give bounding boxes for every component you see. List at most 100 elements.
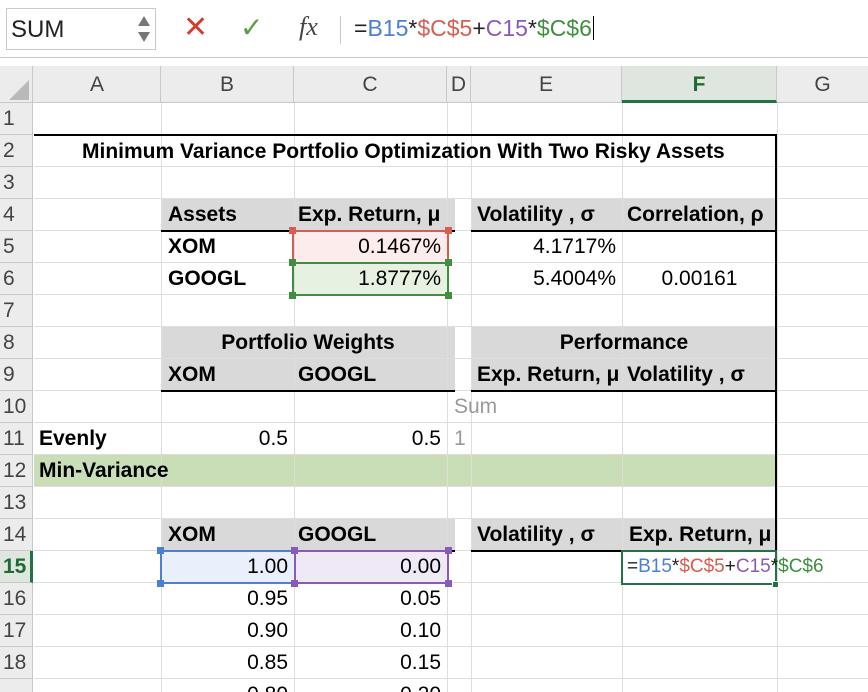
gridline [34,614,868,615]
row-header-6[interactable]: 6 [0,263,33,295]
row-header-1[interactable]: 1 [0,103,33,135]
formula-token: * [408,15,418,41]
formula-token: + [472,15,486,41]
weights-col-googl: GOOGL [298,363,377,386]
performance-header: Performance [559,331,689,354]
select-all-triangle-icon [9,80,29,100]
formula-token: * [770,556,779,577]
column-header-e[interactable]: E [471,66,622,103]
row-header-2[interactable]: 2 [0,135,33,167]
row-header-17[interactable]: 17 [0,615,33,647]
row-header-5[interactable]: 5 [0,231,33,263]
reference-handle[interactable] [289,292,296,299]
cancel-icon[interactable]: ✕ [183,10,208,46]
row-header-12[interactable]: 12 [0,455,33,487]
googl-volatility[interactable]: 5.4004% [471,263,616,295]
gridline [622,103,623,692]
text-cursor [592,16,594,40]
formula-token: $C$5 [417,15,473,41]
enter-check-icon[interactable]: ✓ [240,10,263,46]
row-header-11[interactable]: 11 [0,423,33,455]
column-header-c[interactable]: C [294,66,447,103]
gridline [34,422,868,423]
evenly-xom[interactable]: 0.5 [161,423,288,455]
formula-token: C15 [735,556,771,577]
reference-handle[interactable] [289,259,296,266]
column-header-a[interactable]: A [34,66,161,103]
row-header-15[interactable]: 15 [0,551,33,583]
weight-xom[interactable]: 0.95 [161,583,288,615]
formula-token: B15 [367,15,409,41]
formula-token: C15 [485,15,528,41]
reference-handle[interactable] [445,547,452,554]
formula-token: $C$5 [679,556,725,577]
formula-token: + [724,556,736,577]
weight-xom[interactable]: 0.80 [161,679,288,692]
active-cell-formula-tokens: =B15*$C$5+C15*$C$6 [627,556,824,577]
row-header-16[interactable]: 16 [0,583,33,615]
reference-box-c15 [294,550,449,584]
reference-handle[interactable] [157,580,164,587]
formula-tokens: =B15*$C$5+C15*$C$6 [354,15,592,41]
fill-handle[interactable] [772,581,779,588]
name-box-stepper-icon[interactable] [135,12,153,46]
weight-xom[interactable]: 0.85 [161,647,288,679]
weight-googl[interactable]: 0.05 [294,583,441,615]
formula-token: $C$ [778,556,813,577]
weight-googl[interactable]: 0.15 [294,647,441,679]
weight-googl[interactable]: 0.20 [294,679,441,692]
formula-token: = [627,556,639,577]
perf-col-volatility: Volatility , σ [627,363,745,386]
row-header-9[interactable]: 9 [0,359,33,391]
header-exp-return: Exp. Return, μ [298,203,441,226]
row-header-3[interactable]: 3 [0,167,33,199]
reference-handle[interactable] [157,547,164,554]
asset-name-googl[interactable]: GOOGL [168,263,246,295]
reference-handle[interactable] [445,580,452,587]
insert-function-icon[interactable]: fx [299,12,318,42]
row-header-19[interactable] [0,679,33,692]
reference-handle[interactable] [291,580,298,587]
table2-header-exp-return: Exp. Return, μ [629,523,772,546]
evenly-googl[interactable]: 0.5 [294,423,441,455]
row-header-8[interactable]: 8 [0,327,33,359]
formula-bar: SUM ✕ ✓ fx =B15*$C$5+C15*$C$6 [0,0,868,58]
row-header-13[interactable]: 13 [0,487,33,519]
evenly-e-value[interactable]: 1 [454,423,466,455]
reference-handle[interactable] [445,292,452,299]
formula-bar-divider [340,16,341,44]
row-header-7[interactable]: 7 [0,295,33,327]
reference-handle[interactable] [445,227,452,234]
header-assets: Assets [168,203,237,226]
evenly-label[interactable]: Evenly [39,423,107,455]
row-header-14[interactable]: 14 [0,519,33,551]
column-header-g[interactable]: G [777,66,868,103]
column-header-d[interactable]: D [447,66,471,103]
reference-handle[interactable] [289,227,296,234]
gridline [447,103,448,692]
column-header-b[interactable]: B [161,66,294,103]
weight-xom[interactable]: 0.90 [161,615,288,647]
asset-name-xom[interactable]: XOM [168,231,216,263]
row-header-18[interactable]: 18 [0,647,33,679]
select-all-corner[interactable] [0,66,33,103]
name-box[interactable]: SUM [6,8,156,50]
table2-header-googl: GOOGL [298,523,377,546]
header-correlation: Correlation, ρ [627,203,764,226]
xom-volatility[interactable]: 4.1717% [471,231,616,263]
correlation-value[interactable]: 0.00161 [622,263,777,295]
row-header-4[interactable]: 4 [0,199,33,231]
formula-token: * [527,15,537,41]
active-cell-formula[interactable]: =B15*$C$5+C15*$C$6 [627,551,824,583]
formula-token: $C$ [536,15,580,41]
gridline [34,678,868,679]
column-header-f[interactable]: F [622,66,777,103]
formula-input[interactable]: =B15*$C$5+C15*$C$6 [354,15,594,42]
weight-googl[interactable]: 0.10 [294,615,441,647]
reference-box-b15 [160,550,296,584]
row-header-10[interactable]: 10 [0,391,33,423]
formula-token: 6 [812,556,824,577]
min-variance-label[interactable]: Min-Variance [39,455,169,487]
reference-handle[interactable] [445,259,452,266]
reference-box-c6 [292,262,449,296]
